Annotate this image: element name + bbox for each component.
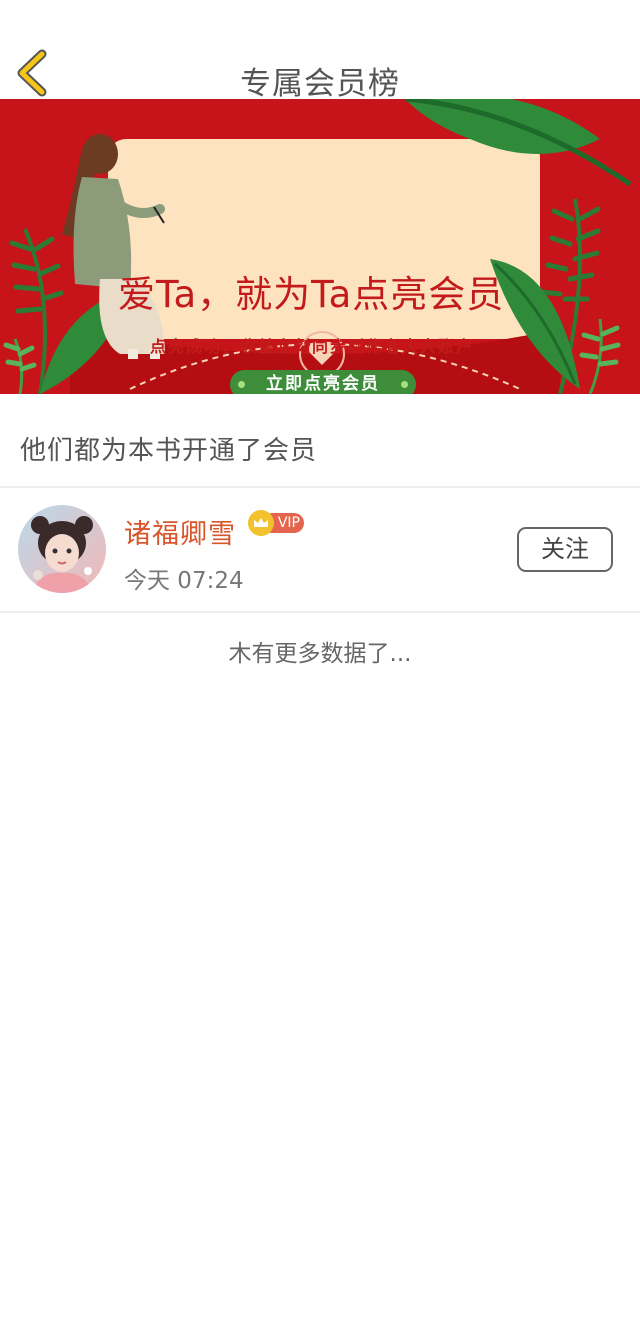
member-time: 今天 07:24 [124, 568, 244, 594]
activate-membership-button[interactable]: 立即点亮会员 [230, 370, 416, 394]
member-row[interactable]: 诸福卿雪 VIP 今天 07:24 关注 [0, 488, 640, 612]
top-bar: 专属会员榜 [0, 0, 640, 102]
avatar[interactable] [18, 505, 106, 593]
member-name[interactable]: 诸福卿雪 [124, 512, 236, 551]
page-title: 专属会员榜 [240, 66, 400, 102]
follow-button[interactable]: 关注 [517, 527, 613, 572]
section-heading: 他们都为本书开通了会员 [20, 436, 318, 466]
promo-banner[interactable]: 爱Ta，就为Ta点亮会员 点亮成功，收益立刻同步到作者大大账户 立即点亮会员 [0, 99, 640, 394]
divider [0, 611, 640, 613]
avatar-image [18, 505, 106, 593]
banner-headline: 爱Ta，就为Ta点亮会员 [118, 273, 505, 316]
no-more-data-text: 木有更多数据了... [228, 641, 412, 667]
banner-subtitle: 点亮成功，收益立刻同步到作者大大账户 [150, 337, 475, 356]
crown-icon [248, 510, 274, 536]
vip-badge: VIP [248, 510, 306, 536]
